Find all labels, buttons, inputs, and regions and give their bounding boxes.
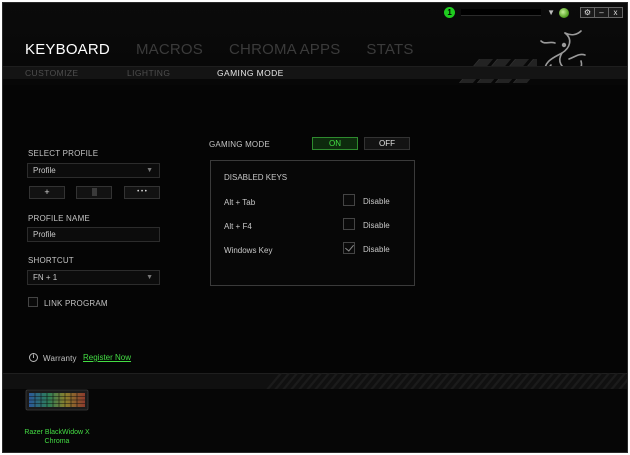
key-windows-label: Windows Key — [224, 246, 273, 255]
minimize-button[interactable]: – — [594, 7, 609, 18]
alt-f4-disable-label: Disable — [363, 221, 390, 230]
trash-icon — [91, 188, 97, 196]
keyboard-device-icon[interactable] — [25, 387, 89, 413]
disabled-keys-title: DISABLED KEYS — [224, 173, 288, 182]
windows-key-disable-label: Disable — [363, 245, 390, 254]
link-program-label: LINK PROGRAM — [44, 299, 108, 308]
online-globe-icon[interactable] — [559, 7, 569, 18]
shortcut-select-value: FN + 1 — [33, 273, 58, 282]
sub-navigation: CUSTOMIZE LIGHTING GAMING MODE — [3, 66, 627, 79]
gaming-mode-on-button[interactable]: ON — [312, 137, 358, 150]
tab-keyboard[interactable]: KEYBOARD — [25, 41, 110, 58]
device-name-line2: Chroma — [44, 438, 70, 445]
profile-select-value: Profile — [33, 166, 56, 175]
profile-name-label: PROFILE NAME — [28, 214, 90, 223]
header: 1 ▼ ⚙ – x KEYBOARD MACROS CHROMA APPS ST… — [3, 3, 627, 85]
gaming-mode-off-button[interactable]: OFF — [364, 137, 410, 150]
shortcut-select[interactable]: FN + 1 ▼ — [27, 270, 160, 285]
tab-macros[interactable]: MACROS — [136, 41, 203, 58]
synapse-window: 1 ▼ ⚙ – x KEYBOARD MACROS CHROMA APPS ST… — [2, 2, 628, 453]
account-dropdown-icon[interactable]: ▼ — [547, 8, 555, 17]
alt-tab-disable-label: Disable — [363, 197, 390, 206]
device-name-line1: Razer BlackWidow X — [24, 429, 90, 436]
alt-tab-disable-checkbox[interactable] — [343, 194, 355, 206]
subtab-gaming-mode[interactable]: GAMING MODE — [217, 68, 284, 78]
chevron-down-icon: ▼ — [146, 167, 153, 174]
register-now-link[interactable]: Register Now — [83, 353, 131, 362]
user-account-name[interactable] — [461, 9, 542, 16]
profile-name-input[interactable]: Profile — [27, 227, 160, 242]
titlebar: 1 ▼ ⚙ – x — [444, 7, 623, 18]
tab-chroma-apps[interactable]: CHROMA APPS — [229, 41, 340, 58]
info-icon: i — [29, 353, 38, 362]
close-button[interactable]: x — [608, 7, 623, 18]
disabled-keys-box: DISABLED KEYS Alt + Tab Disable Alt + F4… — [210, 160, 415, 286]
select-profile-label: SELECT PROFILE — [28, 149, 99, 158]
key-alt-f4-label: Alt + F4 — [224, 222, 252, 231]
key-alt-tab-label: Alt + Tab — [224, 198, 256, 207]
window-controls: ⚙ – x — [580, 7, 623, 18]
notification-badge[interactable]: 1 — [444, 7, 456, 18]
subtab-customize[interactable]: CUSTOMIZE — [25, 68, 79, 78]
tab-stats[interactable]: STATS — [366, 41, 413, 58]
device-bar-stripes — [265, 373, 627, 389]
device-name[interactable]: Razer BlackWidow X Chroma — [17, 428, 97, 446]
shortcut-label: SHORTCUT — [28, 256, 74, 265]
settings-gear-icon[interactable]: ⚙ — [580, 7, 595, 18]
delete-profile-button[interactable] — [76, 186, 112, 199]
profile-select[interactable]: Profile ▼ — [27, 163, 160, 178]
main-tabs: KEYBOARD MACROS CHROMA APPS STATS — [25, 41, 414, 58]
chevron-down-icon: ▼ — [146, 274, 153, 281]
gaming-mode-label: GAMING MODE — [209, 140, 270, 149]
link-program-checkbox[interactable] — [28, 297, 38, 307]
alt-f4-disable-checkbox[interactable] — [343, 218, 355, 230]
add-profile-button[interactable]: + — [29, 186, 65, 199]
profile-more-button[interactable]: • • • — [124, 186, 160, 199]
windows-key-disable-checkbox[interactable] — [343, 242, 355, 254]
subtab-lighting[interactable]: LIGHTING — [127, 68, 170, 78]
warranty-label: Warranty — [43, 354, 77, 363]
